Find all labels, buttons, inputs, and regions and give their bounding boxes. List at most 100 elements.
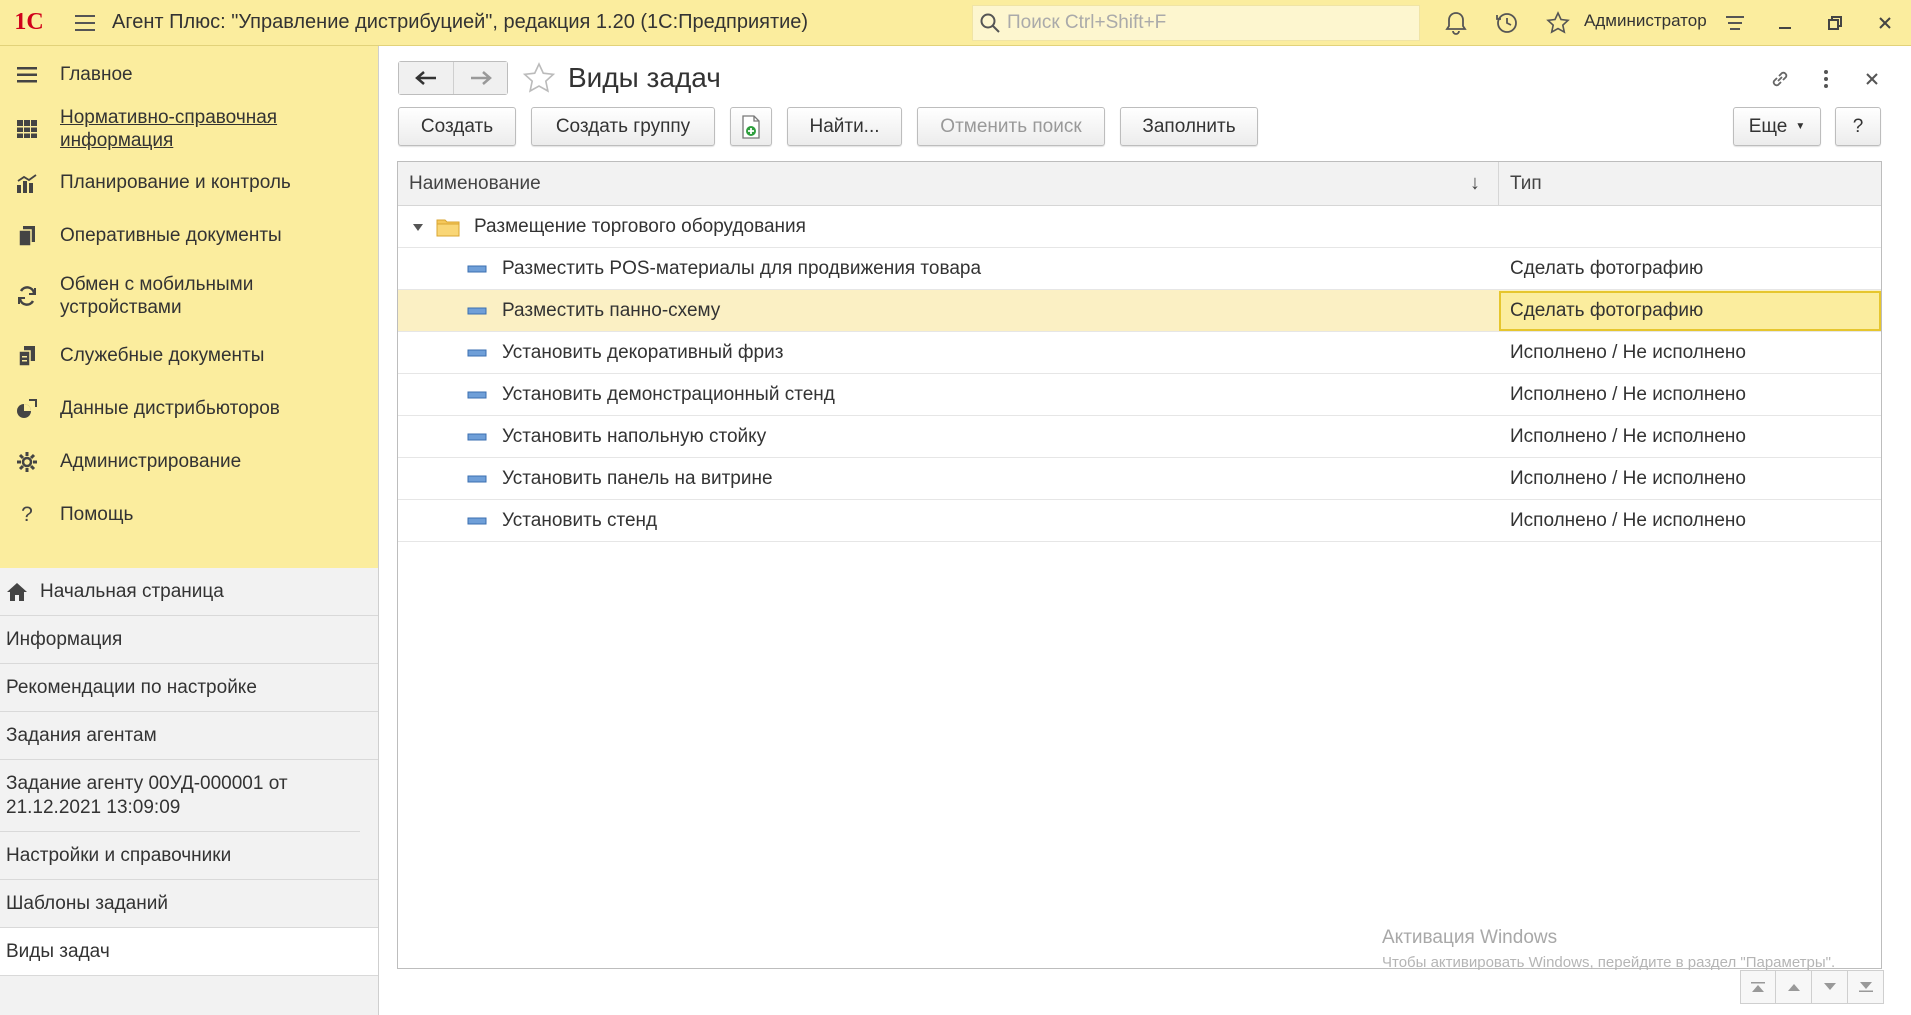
scroll-bottom-button[interactable] [1848,970,1884,1004]
add-document-icon [742,114,760,139]
section-label: Помощь [60,504,134,525]
windows-activation-text: Чтобы активировать Windows, перейдите в … [1382,954,1836,971]
open-window-item[interactable]: Шаблоны заданий [0,880,378,928]
group-name: Размещение торгового оборудования [474,215,806,237]
scroll-top-icon [1751,982,1765,992]
section-operational-docs[interactable]: Оперативные документы [0,209,378,262]
sync-icon [14,283,40,309]
row-name: Установить демонстрационный стенд [502,383,835,405]
expand-triangle-icon[interactable] [412,222,426,232]
section-help[interactable]: ? Помощь [0,488,378,541]
close-form-button[interactable] [1849,64,1895,94]
fill-button[interactable]: Заполнить [1120,107,1258,146]
folder-icon [436,219,460,236]
open-window-item-active[interactable]: Виды задач [0,928,378,976]
settings-menu-button[interactable] [1710,0,1760,46]
table-header: Наименование ↓ Тип [398,162,1881,206]
section-label: Планирование и контроль [60,172,291,193]
table-row[interactable]: Установить демонстрационный стенд Исполн… [398,374,1881,416]
row-name: Установить декоративный фриз [502,341,784,363]
restore-button[interactable] [1810,0,1860,46]
row-name: Разместить панно-схему [502,299,721,321]
row-name: Установить стенд [502,509,658,531]
close-icon [1879,17,1891,29]
element-icon [467,349,487,356]
scroll-bottom-icon [1858,982,1873,992]
section-label: Оперативные документы [60,225,282,246]
row-type: Исполнено / Не исполнено [1510,425,1746,447]
table-row-selected[interactable]: Разместить панно-схему Сделать фотографи… [398,290,1881,332]
section-reference-info[interactable]: Нормативно-справочная информация [0,101,378,156]
table-row[interactable]: Установить напольную стойку Исполнено / … [398,416,1881,458]
history-button[interactable] [1481,0,1532,46]
create-button[interactable]: Создать [398,107,516,146]
copy-button[interactable] [730,107,772,146]
column-header-type[interactable]: Тип [1499,162,1881,206]
favorites-button[interactable] [1532,0,1583,46]
open-window-item[interactable]: Задание агенту 00УД-000001 от 21.12.2021… [0,760,360,832]
scroll-down-button[interactable] [1812,970,1848,1004]
table-row[interactable]: Установить стенд Исполнено / Не исполнен… [398,500,1881,542]
list-scroll-controls [1740,970,1884,1004]
scroll-top-button[interactable] [1740,970,1776,1004]
home-icon [7,582,27,601]
open-window-home[interactable]: Начальная страница [0,568,378,616]
section-mobile-exchange[interactable]: Обмен с мобильными устройствами [0,262,378,329]
open-window-item[interactable]: Рекомендации по настройке [0,664,378,712]
chevron-down-icon: ▼ [1795,121,1806,132]
section-distributor-data[interactable]: Данные дистрибьюторов [0,382,378,435]
table-row[interactable]: Установить панель на витрине Исполнено /… [398,458,1881,500]
more-actions-button[interactable] [1803,64,1849,94]
find-button[interactable]: Найти... [787,107,902,146]
main-menu-button[interactable] [58,0,112,46]
section-administration[interactable]: Администрирование [0,435,378,488]
row-type: Исполнено / Не исполнено [1510,467,1746,489]
question-icon: ? [21,502,33,526]
scroll-up-button[interactable] [1776,970,1812,1004]
row-type-focused-cell[interactable]: Сделать фотографию [1499,290,1881,331]
arrow-right-icon [470,71,492,85]
table-row[interactable]: Разместить POS-материалы для продвижения… [398,248,1881,290]
minimize-button[interactable] [1760,0,1810,46]
copy-link-button[interactable] [1757,64,1803,94]
section-planning[interactable]: Планирование и контроль [0,156,378,209]
app-logo[interactable]: 1С [0,0,58,46]
cancel-search-button[interactable]: Отменить поиск [917,107,1105,146]
open-window-item[interactable]: Информация [0,616,378,664]
table-row[interactable]: Установить декоративный фриз Исполнено /… [398,332,1881,374]
windows-activation-title: Активация Windows [1382,927,1558,948]
section-main[interactable]: Главное [0,48,378,101]
row-name: Разместить POS-материалы для продвижения… [502,257,982,279]
row-type: Исполнено / Не исполнено [1510,509,1746,531]
more-dropdown-button[interactable]: Еще ▼ [1733,107,1821,146]
help-button[interactable]: ? [1835,107,1881,146]
close-window-button[interactable] [1860,0,1910,46]
open-window-item[interactable]: Задания агентам [0,712,378,760]
distributor-chart-icon [14,396,40,422]
forward-button[interactable] [453,62,507,94]
notifications-button[interactable] [1430,0,1481,46]
back-button[interactable] [399,62,453,94]
search-input[interactable] [1007,12,1407,34]
create-group-button[interactable]: Создать группу [531,107,715,146]
group-row[interactable]: Размещение торгового оборудования [398,206,1881,248]
current-user[interactable]: Администратор [1584,11,1707,31]
grid-icon [14,116,40,142]
sort-arrow-icon: ↓ [1470,172,1480,194]
open-window-item[interactable]: Настройки и справочники [0,832,378,880]
section-panel: Главное Нормативно-справочная информация… [0,46,378,568]
section-service-docs[interactable]: Служебные документы [0,329,378,382]
row-name: Установить напольную стойку [502,425,767,447]
close-icon [1866,73,1878,85]
element-icon [467,265,487,272]
menu-lines-icon [14,62,40,88]
column-header-name[interactable]: Наименование ↓ [398,162,1499,206]
section-label: Нормативно-справочная информация [60,106,278,151]
documents-icon [14,223,40,249]
title-bar: 1С Агент Плюс: "Управление дистрибуцией"… [0,0,1911,46]
settings-lines-icon [1726,16,1744,30]
scroll-up-icon [1787,984,1800,991]
global-search[interactable] [972,5,1420,41]
element-icon [467,391,487,398]
favorite-star-icon[interactable] [520,59,558,97]
